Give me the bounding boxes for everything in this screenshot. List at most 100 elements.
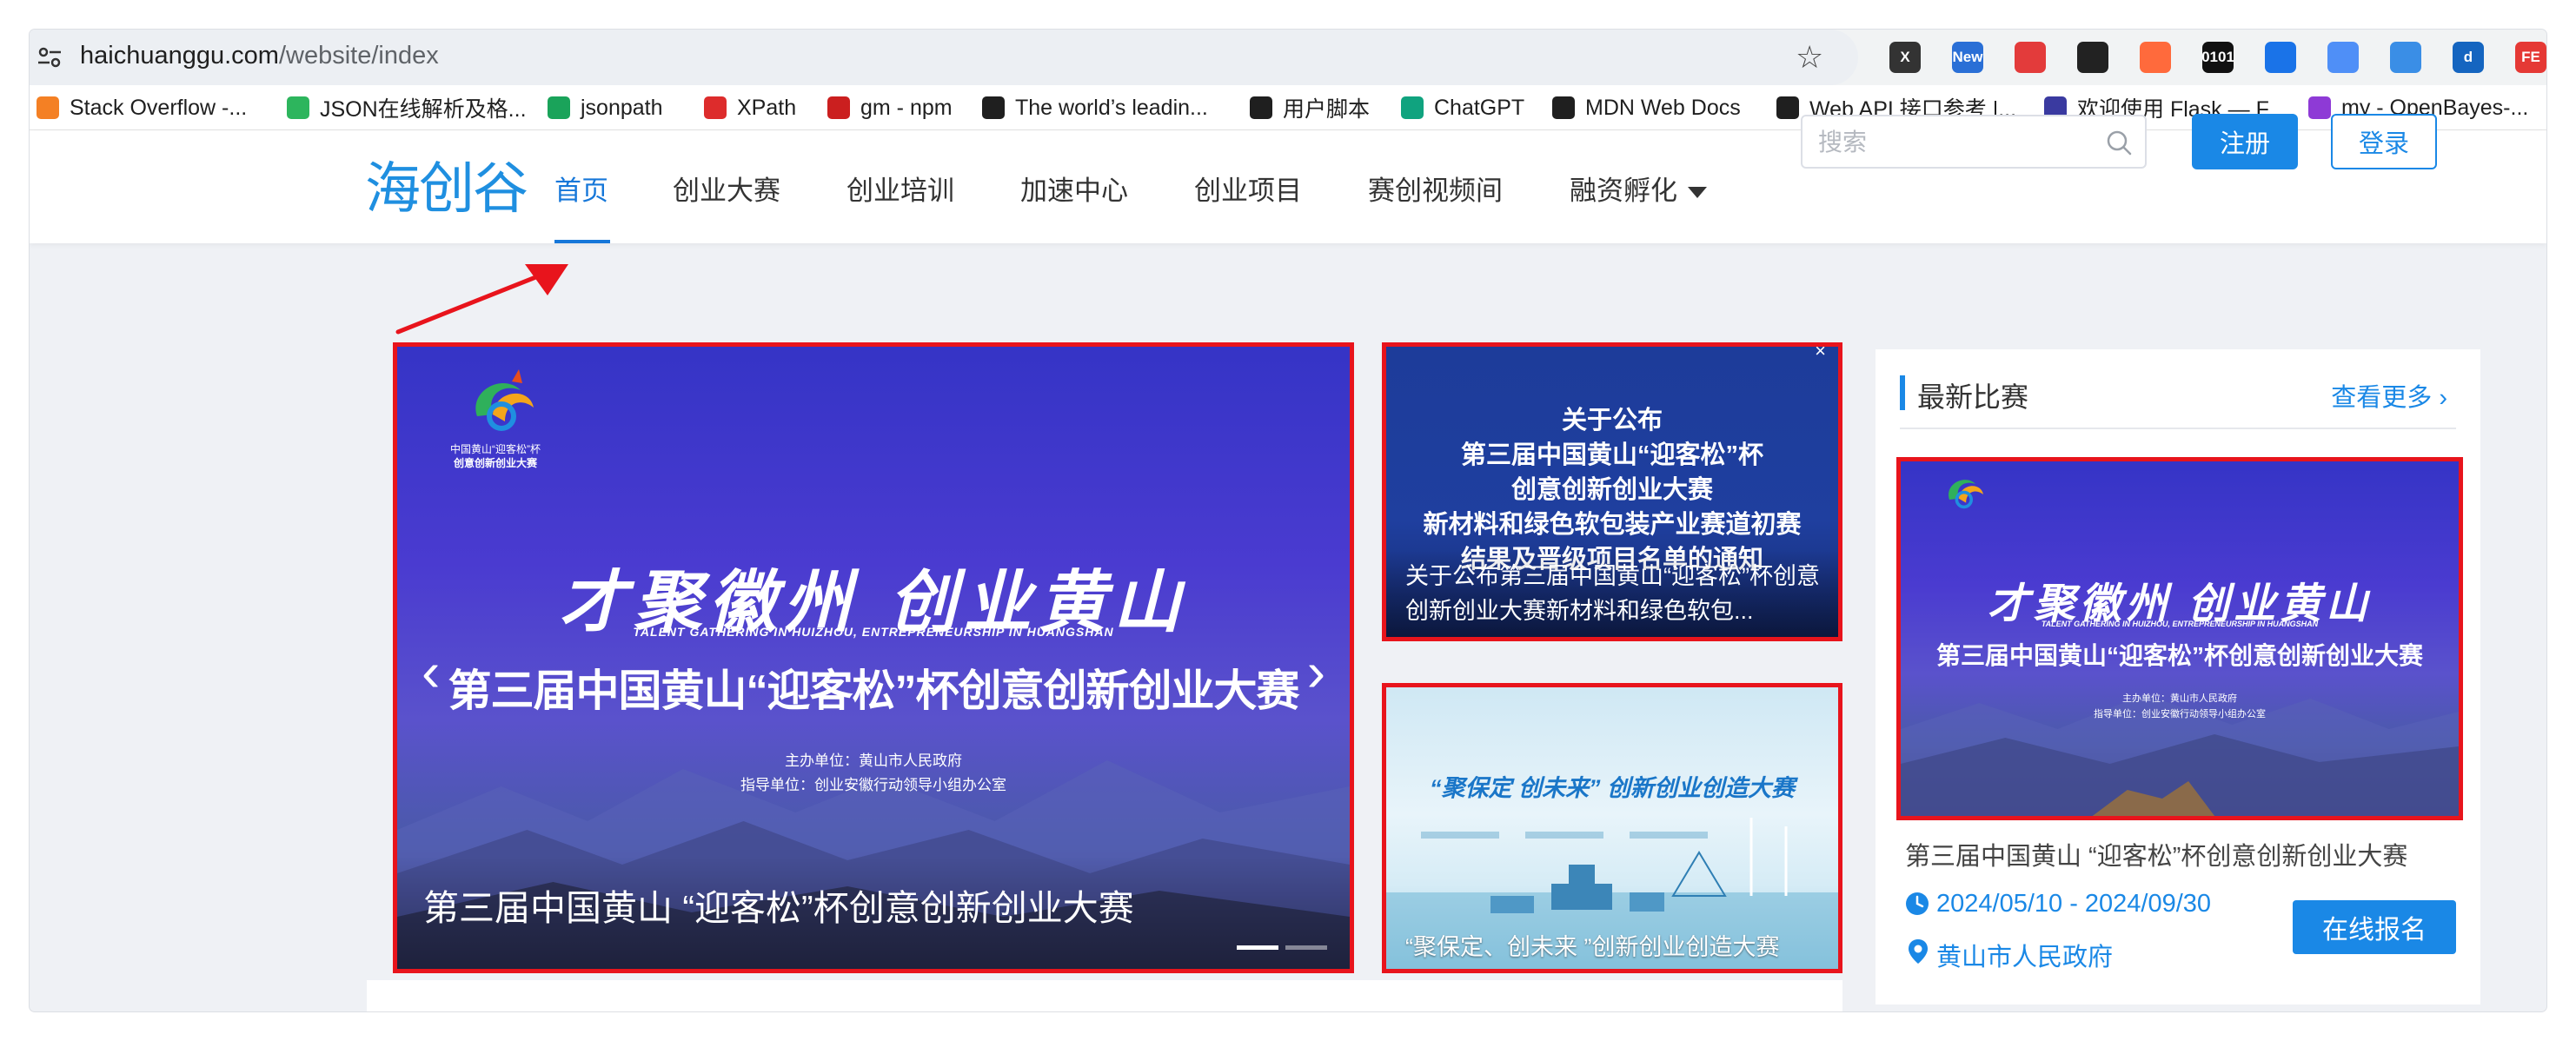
register-button[interactable]: 注册 <box>2192 114 2298 169</box>
bookmark-label: ChatGPT <box>1434 95 1525 120</box>
notice-line: 新材料和绿色软包装产业赛道初赛 <box>1423 511 1802 539</box>
banner-caption[interactable]: 第三届中国黄山 “迎客松”杯创意创新创业大赛 <box>423 879 1134 931</box>
competition-image[interactable]: 才聚徽州 创业黄山 TALENT GATHERING IN HUIZHOU, E… <box>1896 457 2463 820</box>
main-banner-carousel[interactable]: 中国黄山“迎客松”杯 创意创新创业大赛 才聚徽州 创业黄山 TALENT GATH… <box>393 342 1354 973</box>
bookmark-label: The world’s leadin... <box>1015 95 1208 120</box>
nav-video-room[interactable]: 赛创视频间 <box>1368 169 1503 208</box>
close-icon[interactable]: × <box>1815 347 1826 362</box>
banner-slogan-en: TALENT GATHERING IN HUIZHOU, ENTREPRENEU… <box>633 625 1114 639</box>
openbayes-icon <box>2308 96 2331 119</box>
carousel-dot[interactable] <box>1285 945 1327 950</box>
search-icon[interactable] <box>2105 129 2133 156</box>
bookmark-label: XPath <box>737 95 797 120</box>
nav-accelerator[interactable]: 加速中心 <box>1020 169 1128 208</box>
chevron-right-icon: › <box>2439 384 2447 412</box>
content-section <box>367 980 1842 1011</box>
bookmark-item[interactable]: jsonpath <box>548 94 663 122</box>
incognito-icon[interactable] <box>2015 42 2046 73</box>
carousel-next-icon[interactable]: › <box>1307 637 1325 706</box>
nav-projects[interactable]: 创业项目 <box>1194 169 1302 208</box>
online-signup-button[interactable]: 在线报名 <box>2293 900 2456 954</box>
competition-logo-icon <box>1949 480 1983 509</box>
image-host: 主办单位：黄山市人民政府 <box>2122 693 2237 704</box>
news-card-caption[interactable]: 关于公布第三届中国黄山“迎客松”杯创意创新创业大赛新材料和绿色软包... <box>1405 559 1831 628</box>
fe-icon[interactable]: FE <box>2515 42 2546 73</box>
color-picker-icon[interactable] <box>2140 42 2171 73</box>
bookmarks-bar: Stack Overflow -... JSON在线解析及格... jsonpath… <box>30 85 2546 130</box>
view-more-link[interactable]: 查看更多 › <box>2331 377 2447 414</box>
url-bar[interactable]: haichuanggu.com/website/index ☆ <box>30 30 1858 85</box>
caret-down-icon <box>1688 187 1707 199</box>
banner-headline: 第三届中国黄山“迎客松”杯创意创新创业大赛 <box>448 666 1300 715</box>
screenshot-icon[interactable] <box>2327 42 2359 73</box>
new-extension-icon[interactable]: New <box>1952 42 1983 73</box>
news-card-baoding[interactable]: “聚保定 创未来” 创新创业创造大赛 “聚保定、创未来 ”创新创业创造大赛 <box>1382 683 1842 973</box>
chatgpt-icon <box>1401 96 1424 119</box>
url-host: haichuanggu.com <box>80 42 279 70</box>
competition-date: 2024/05/10 - 2024/09/30 <box>1936 890 2212 918</box>
banner-logo-caption: 中国黄山“迎客松”杯 创意创新创业大赛 <box>439 442 552 470</box>
section-title: 最新比赛 <box>1917 381 2029 413</box>
site-header: 海创谷 首页 创业大赛 创业培训 加速中心 创业项目 赛创视频间 融资孵化 <box>30 130 2546 243</box>
nav-home[interactable]: 首页 <box>554 169 608 208</box>
bookmark-item[interactable]: gm - npm <box>827 94 953 122</box>
image-slogan-en: TALENT GATHERING IN HUIZHOU, ENTREPRENEU… <box>2041 620 2319 628</box>
x-icon[interactable]: X <box>1889 42 1921 73</box>
banner-logo-caption-1: 中国黄山“迎客松”杯 <box>450 443 541 455</box>
bookmark-item[interactable]: MDN Web Docs <box>1552 94 1741 122</box>
carousel-prev-icon[interactable]: ‹ <box>422 637 440 706</box>
address-bar-row: haichuanggu.com/website/index ☆ X New 0101… <box>30 30 2546 85</box>
site-logo[interactable]: 海创谷 <box>365 155 528 224</box>
bookmark-label: 用户脚本 <box>1283 97 1371 122</box>
bookmark-item[interactable]: 用户脚本 <box>1250 94 1370 122</box>
notice-line: 关于公布 <box>1561 407 1663 434</box>
section-accent-bar <box>1900 375 1905 410</box>
news-card-caption[interactable]: “聚保定、创未来 ”创新创业创造大赛 <box>1405 928 1779 962</box>
binary-icon[interactable]: 0101 <box>2201 42 2234 73</box>
banner-logo-caption-2: 创意创新创业大赛 <box>453 457 537 469</box>
annotation-arrow-icon <box>395 264 568 335</box>
competition-name[interactable]: 第三届中国黄山 “迎客松”杯创意创新创业大赛 <box>1905 836 2407 872</box>
bookmark-star-icon[interactable]: ☆ <box>1796 42 1823 73</box>
image-headline: 第三届中国黄山“迎客松”杯创意创新创业大赛 <box>1935 642 2423 669</box>
competition-logo-icon <box>475 369 534 431</box>
mountain-illustration <box>1901 694 2459 816</box>
bookmark-item[interactable]: The world’s leadin... <box>982 94 1208 122</box>
lightning-icon[interactable] <box>2265 42 2296 73</box>
nav-competition[interactable]: 创业大赛 <box>673 169 780 208</box>
url-text[interactable]: haichuanggu.com/website/index <box>80 42 439 70</box>
carousel-dot[interactable] <box>1237 945 1278 950</box>
view-more-label: 查看更多 <box>2331 384 2433 412</box>
nav-training[interactable]: 创业培训 <box>846 169 954 208</box>
search-input[interactable] <box>1818 125 2096 160</box>
bookmark-item[interactable]: ChatGPT <box>1401 94 1524 122</box>
bookmark-item[interactable]: Stack Overflow -... <box>37 94 247 122</box>
url-path: /website/index <box>278 42 439 70</box>
divider <box>1900 428 2456 429</box>
bookmark-label: jsonpath <box>581 95 663 120</box>
stackoverflow-icon <box>37 96 59 119</box>
site-info-icon[interactable] <box>37 45 63 70</box>
news-card-notice[interactable]: × 关于公布 第三届中国黄山“迎客松”杯 创意创新创业大赛 新材料和绿色软包装产… <box>1382 342 1842 641</box>
news-card-title: “聚保定 创未来” 创新创业创造大赛 <box>1429 775 1795 801</box>
competition-organizer: 黄山市人民政府 <box>1936 944 2114 971</box>
bookmark-label: gm - npm <box>860 95 953 120</box>
mdn-icon <box>1776 96 1799 119</box>
search-box[interactable] <box>1801 115 2147 169</box>
notice-line: 创意创新创业大赛 <box>1510 476 1713 504</box>
banner-guide: 指导单位：创业安徽行动领导小组办公室 <box>740 777 1006 793</box>
cloud-icon[interactable] <box>2390 42 2421 73</box>
nav-financing[interactable]: 融资孵化 <box>1570 169 1707 208</box>
bookmark-item[interactable]: JSON在线解析及格... <box>287 94 527 122</box>
tampermonkey-icon[interactable] <box>2077 42 2108 73</box>
browser-window: haichuanggu.com/website/index ☆ X New 0101… <box>30 30 2546 1011</box>
d-icon[interactable]: d <box>2453 42 2484 73</box>
latest-competitions-panel: 最新比赛 查看更多 › 才聚徽州 创业黄山 TALENT GATHERING I… <box>1876 349 2480 1005</box>
login-button[interactable]: 登录 <box>2331 114 2437 169</box>
carousel-indicators <box>1237 945 1327 950</box>
github-icon <box>982 96 1005 119</box>
nav-financing-label: 融资孵化 <box>1570 176 1677 206</box>
bookmark-label: MDN Web Docs <box>1585 95 1741 120</box>
bookmark-item[interactable]: XPath <box>704 94 796 122</box>
city-skyline-illustration <box>1386 818 1838 969</box>
